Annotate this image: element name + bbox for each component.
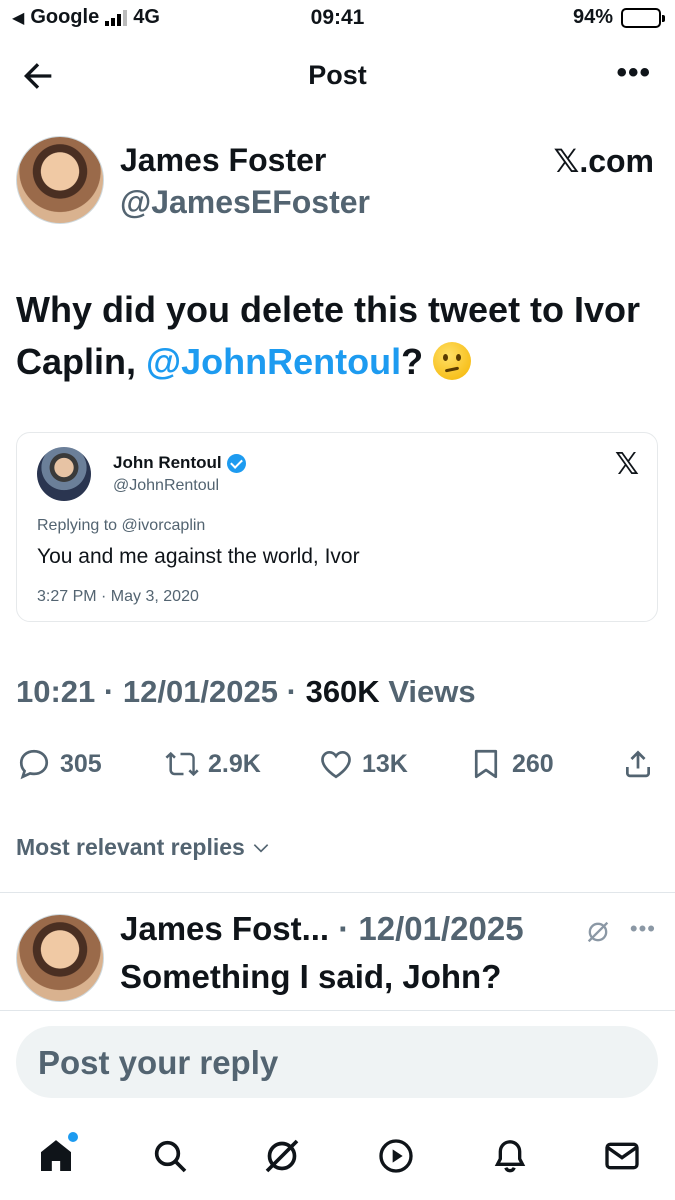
x-logo-icon: 𝕏 — [614, 448, 639, 481]
grok-icon[interactable] — [584, 918, 612, 946]
nav-search[interactable] — [146, 1132, 194, 1180]
quoted-author: John Rentoul — [113, 453, 246, 473]
post-time: 10:21 — [16, 674, 96, 709]
post-author: James Foster @JamesEFoster 𝕏.com — [16, 136, 656, 226]
share-button[interactable] — [620, 742, 656, 786]
quoted-avatar — [37, 447, 91, 501]
post-meta: 10:21 · 12/01/2025 · 360K Views — [16, 674, 476, 709]
post-actions: 305 2.9K 13K 260 — [16, 742, 658, 788]
share-icon — [626, 750, 650, 778]
post-text-end: ? — [401, 341, 434, 382]
reply-button[interactable]: 305 — [16, 742, 102, 786]
bell-icon — [494, 1140, 526, 1173]
heart-icon — [321, 750, 351, 779]
repost-button[interactable]: 2.9K — [164, 742, 261, 786]
status-right: 94% — [572, 6, 665, 29]
like-button[interactable]: 13K — [318, 742, 408, 786]
reply-author-avatar[interactable] — [16, 914, 104, 1002]
nav-video[interactable] — [372, 1132, 420, 1180]
repost-count: 2.9K — [208, 749, 261, 778]
quoted-author-name: John Rentoul — [113, 453, 222, 472]
home-icon — [41, 1140, 71, 1171]
nav-home[interactable] — [32, 1132, 80, 1180]
chevron-down-icon — [253, 843, 269, 853]
replies-sort-label: Most relevant replies — [16, 834, 245, 860]
nav-notifications[interactable] — [486, 1132, 534, 1180]
nav-grok[interactable] — [258, 1132, 306, 1180]
more-options-icon[interactable]: ••• — [616, 56, 651, 90]
status-bar: ◀ Google 4G 09:41 94% — [0, 0, 675, 38]
reply-item[interactable]: James Fost... · 12/01/2025 ••• Something… — [16, 908, 658, 1008]
battery-icon — [621, 7, 665, 28]
views-count[interactable]: 360K — [306, 674, 380, 709]
search-icon — [154, 1140, 187, 1173]
play-icon — [379, 1139, 413, 1173]
author-avatar[interactable] — [16, 136, 104, 224]
post-date: 12/01/2025 — [122, 674, 279, 709]
reply-count: 305 — [60, 749, 102, 778]
battery-percent: 94% — [572, 6, 613, 28]
reply-icon — [19, 749, 49, 780]
reply-more-icon[interactable]: ••• — [630, 916, 656, 942]
bookmark-icon — [474, 749, 498, 779]
replies-sort-dropdown[interactable]: Most relevant replies — [16, 834, 271, 861]
quoted-text: You and me against the world, Ivor — [37, 545, 360, 568]
quoted-timestamp: 3:27 PM · May 3, 2020 — [37, 588, 199, 605]
page-title: Post — [308, 60, 367, 90]
bottom-nav — [0, 1128, 675, 1188]
nav-messages[interactable] — [598, 1132, 646, 1180]
post-text: Why did you delete this tweet to Ivor Ca… — [16, 284, 656, 388]
reply-date: 12/01/2025 — [358, 910, 524, 947]
repost-icon — [165, 751, 199, 777]
reply-text: Something I said, John? — [120, 958, 502, 995]
top-bar: Post ••• — [0, 40, 675, 112]
thinking-face-icon — [433, 342, 472, 380]
replying-to-label: Replying to @ivorcaplin — [37, 517, 206, 534]
verified-badge-icon — [226, 453, 246, 473]
reply-author-name[interactable]: James Fost... — [120, 910, 329, 947]
notification-dot — [68, 1132, 78, 1142]
mail-icon — [605, 1142, 639, 1170]
source-label: 𝕏.com — [553, 143, 654, 179]
mention-link[interactable]: @JohnRentoul — [146, 341, 401, 382]
reply-input-placeholder: Post your reply — [38, 1044, 279, 1081]
divider — [0, 892, 675, 893]
author-name[interactable]: James Foster — [120, 142, 326, 179]
divider — [0, 1010, 675, 1011]
quoted-handle: @JohnRentoul — [113, 477, 220, 494]
reply-header: James Fost... · 12/01/2025 — [120, 910, 524, 947]
author-handle[interactable]: @JamesEFoster — [120, 184, 370, 221]
bookmark-button[interactable]: 260 — [468, 742, 554, 786]
reply-input[interactable]: Post your reply — [16, 1026, 658, 1098]
quoted-tweet-image[interactable]: John Rentoul @JohnRentoul 𝕏 Replying to … — [16, 432, 658, 622]
views-label: Views — [388, 674, 476, 709]
grok-icon — [265, 1139, 299, 1173]
like-count: 13K — [362, 749, 408, 778]
bookmark-count: 260 — [512, 749, 554, 778]
